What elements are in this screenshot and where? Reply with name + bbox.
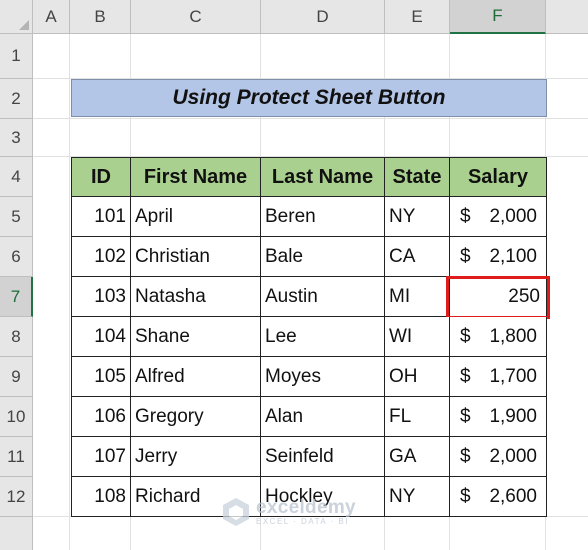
cell-state[interactable]: FL <box>385 397 450 437</box>
header-last-name[interactable]: Last Name <box>261 158 385 197</box>
cell-last-name[interactable]: Alan <box>261 397 385 437</box>
header-id[interactable]: ID <box>72 158 131 197</box>
row-header-7[interactable]: 7 <box>0 277 33 317</box>
cell-last-name[interactable]: Seinfeld <box>261 437 385 477</box>
cell-id[interactable]: 106 <box>72 397 131 437</box>
cell-salary[interactable]: $ 2,100 <box>450 237 547 277</box>
column-header-d[interactable]: D <box>261 0 385 34</box>
row-header-12[interactable]: 12 <box>0 477 33 517</box>
watermark-name: exceldemy <box>256 496 356 518</box>
cell-first-name[interactable]: Shane <box>131 317 261 357</box>
exceldemy-watermark: exceldemy EXCEL · DATA · BI <box>222 497 356 527</box>
row-header-11[interactable]: 11 <box>0 437 33 477</box>
row-header-9[interactable]: 9 <box>0 357 33 397</box>
salary-value: 2,600 <box>489 485 537 507</box>
row-header-4[interactable]: 4 <box>0 157 33 197</box>
column-header-blank <box>546 0 588 34</box>
gridline <box>69 34 70 550</box>
cell-id[interactable]: 107 <box>72 437 131 477</box>
row-header-10[interactable]: 10 <box>0 397 33 437</box>
gridline <box>33 118 588 119</box>
header-salary[interactable]: Salary <box>450 158 547 197</box>
salary-value: 2,000 <box>489 445 537 467</box>
header-first-name[interactable]: First Name <box>131 158 261 197</box>
row-header-5[interactable]: 5 <box>0 197 33 237</box>
salary-value: 2,000 <box>489 205 537 227</box>
watermark-tagline: EXCEL · DATA · BI <box>256 516 349 526</box>
header-state[interactable]: State <box>385 158 450 197</box>
cell-id[interactable]: 102 <box>72 237 131 277</box>
row-header-6[interactable]: 6 <box>0 237 33 277</box>
currency-symbol: $ <box>460 325 471 347</box>
salary-value: 1,900 <box>489 405 537 427</box>
currency-symbol: $ <box>460 405 471 427</box>
column-header-b[interactable]: B <box>70 0 131 34</box>
cell-state[interactable]: GA <box>385 437 450 477</box>
cell-last-name[interactable]: Austin <box>261 277 385 317</box>
column-header-f[interactable]: F <box>450 0 546 34</box>
cell-state[interactable]: CA <box>385 237 450 277</box>
exceldemy-logo-icon <box>223 498 249 526</box>
cell-state[interactable]: NY <box>385 477 450 517</box>
cell-first-name[interactable]: Christian <box>131 237 261 277</box>
currency-symbol: $ <box>460 485 471 507</box>
column-header-e[interactable]: E <box>385 0 450 34</box>
cell-salary[interactable]: $ 1,700 <box>450 357 547 397</box>
cell-salary[interactable]: $ 1,800 <box>450 317 547 357</box>
cell-first-name[interactable]: Jerry <box>131 437 261 477</box>
title-banner[interactable]: Using Protect Sheet Button <box>71 79 547 117</box>
cell-first-name[interactable]: Alfred <box>131 357 261 397</box>
cell-id[interactable]: 101 <box>72 197 131 237</box>
cell-id[interactable]: 108 <box>72 477 131 517</box>
select-all-triangle-icon <box>19 20 29 30</box>
cell-salary[interactable]: $ 2,000 <box>450 197 547 237</box>
cell-salary[interactable]: $ 1,900 <box>450 397 547 437</box>
currency-symbol: $ <box>460 445 471 467</box>
column-header-a[interactable]: A <box>33 0 70 34</box>
cell-id[interactable]: 103 <box>72 277 131 317</box>
cell-last-name[interactable]: Moyes <box>261 357 385 397</box>
row-header-3[interactable]: 3 <box>0 119 33 157</box>
row-header-1[interactable]: 1 <box>0 34 33 79</box>
select-all-corner[interactable] <box>0 0 33 34</box>
cell-first-name[interactable]: April <box>131 197 261 237</box>
cell-id[interactable]: 104 <box>72 317 131 357</box>
cell-first-name[interactable]: Gregory <box>131 397 261 437</box>
currency-symbol: $ <box>460 205 471 227</box>
cell-state[interactable]: MI <box>385 277 450 317</box>
cell-state[interactable]: WI <box>385 317 450 357</box>
row-header-8[interactable]: 8 <box>0 317 33 357</box>
currency-symbol: $ <box>460 245 471 267</box>
salary-value: 1,800 <box>489 325 537 347</box>
row-header-blank <box>0 517 33 550</box>
currency-symbol: $ <box>460 365 471 387</box>
column-header-c[interactable]: C <box>131 0 261 34</box>
cell-last-name[interactable]: Lee <box>261 317 385 357</box>
cell-state[interactable]: NY <box>385 197 450 237</box>
cell-state[interactable]: OH <box>385 357 450 397</box>
cell-salary[interactable]: $ 2,000 <box>450 437 547 477</box>
salary-value: 1,700 <box>489 365 537 387</box>
cell-salary[interactable]: $ 2,600 <box>450 477 547 517</box>
cell-first-name[interactable]: Natasha <box>131 277 261 317</box>
cell-last-name[interactable]: Bale <box>261 237 385 277</box>
cell-id[interactable]: 105 <box>72 357 131 397</box>
highlight-box <box>446 276 550 319</box>
cell-last-name[interactable]: Beren <box>261 197 385 237</box>
row-header-2[interactable]: 2 <box>0 79 33 119</box>
salary-value: 2,100 <box>489 245 537 267</box>
